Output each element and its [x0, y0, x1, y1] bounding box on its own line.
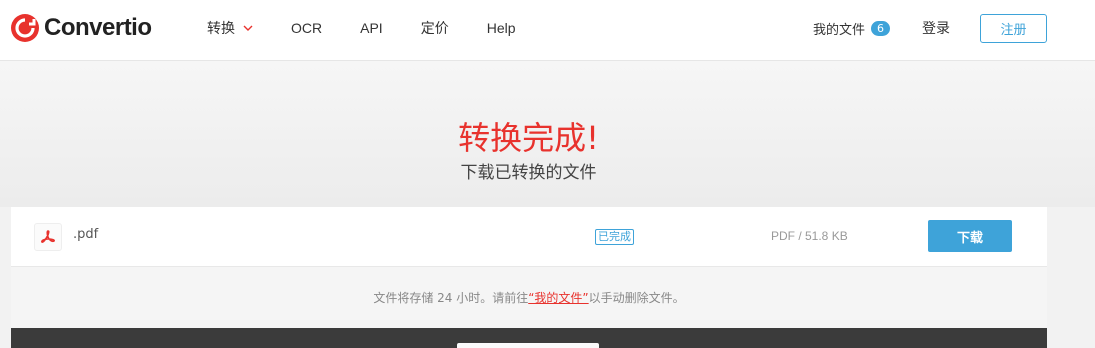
nav-item-convert[interactable]: 转换: [207, 18, 253, 38]
nav-item-api[interactable]: API: [360, 20, 383, 36]
login-link[interactable]: 登录: [922, 18, 950, 38]
nav-item-label: Help: [486, 20, 516, 36]
convertio-logo-icon: [11, 14, 39, 42]
nav-item-ocr[interactable]: OCR: [291, 20, 322, 36]
nav-item-pricing[interactable]: 定价: [421, 18, 449, 38]
nav-item-label: 定价: [420, 20, 449, 36]
brand-logo[interactable]: Convertio: [10, 12, 152, 44]
dark-footer-band: [11, 328, 1047, 348]
brand-name: Convertio: [44, 14, 152, 41]
nav-item-label: OCR: [291, 20, 323, 36]
my-files-link[interactable]: 我的文件 6: [813, 19, 890, 38]
file-meta: PDF / 51.8 KB: [771, 229, 848, 243]
file-count-badge: 6: [871, 20, 890, 36]
page-subtitle: 下载已转换的文件: [460, 163, 597, 183]
nav-item-label: 转换: [207, 20, 235, 36]
main-nav: 转换 OCR API 定价 Help: [207, 0, 554, 56]
hero-section: 转换完成! 下载已转换的文件: [0, 61, 1095, 207]
page-title: 转换完成!: [458, 119, 599, 157]
user-nav: 我的文件 6 登录 注册: [813, 13, 1047, 43]
notice-text-before: 文件将存储 24 小时。请前往: [373, 291, 529, 305]
my-files-label: 我的文件: [812, 22, 865, 38]
file-row: .pdf 已完成 PDF / 51.8 KB 下载: [11, 207, 1047, 267]
nav-item-label: API: [360, 20, 383, 36]
chevron-down-icon: [243, 25, 253, 31]
download-button[interactable]: 下载: [928, 220, 1012, 252]
status-badge: 已完成: [595, 229, 634, 245]
nav-item-help[interactable]: Help: [487, 20, 516, 36]
acrobat-icon: [41, 230, 55, 243]
storage-notice: 文件将存储 24 小时。请前往“我的文件”以手动删除文件。: [11, 289, 1047, 306]
pdf-icon: [34, 223, 62, 251]
my-files-notice-link[interactable]: “我的文件”: [528, 291, 588, 305]
notice-text-after: 以手动删除文件。: [588, 291, 685, 305]
file-name: .pdf: [73, 227, 99, 242]
notice-section: 文件将存储 24 小时。请前往“我的文件”以手动删除文件。: [11, 267, 1047, 328]
top-header: Convertio 转换 OCR API 定价 Help 我的文件 6 登录 注…: [0, 0, 1095, 61]
signup-button[interactable]: 注册: [980, 13, 1047, 43]
footer-button[interactable]: [457, 343, 599, 348]
